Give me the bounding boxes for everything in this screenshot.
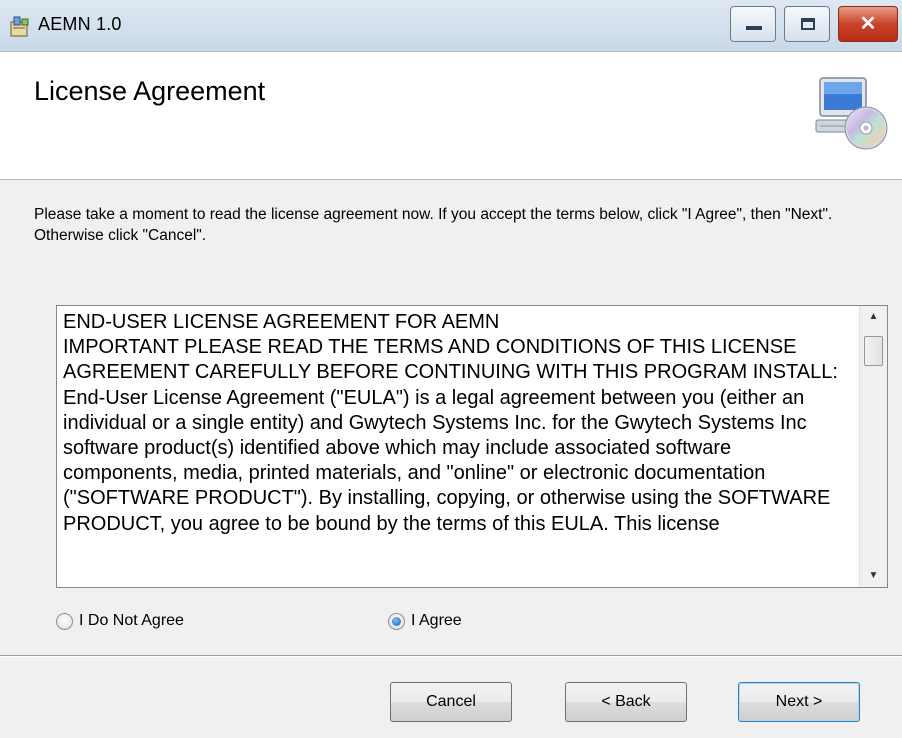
vertical-scrollbar[interactable]: ▲ ▼ <box>859 306 887 587</box>
close-icon: ✕ <box>859 13 877 35</box>
radio-circle-icon[interactable] <box>56 612 73 630</box>
scroll-down-arrow-icon[interactable]: ▼ <box>860 565 887 587</box>
license-text: END-USER LICENSE AGREEMENT FOR AEMN IMPO… <box>63 311 838 535</box>
header-banner: License Agreement <box>0 52 902 180</box>
radio-do-not-agree[interactable]: I Do Not Agree <box>56 612 184 630</box>
radio-selected-dot-icon <box>392 616 401 626</box>
license-textbox[interactable]: END-USER LICENSE AGREEMENT FOR AEMN IMPO… <box>56 305 888 588</box>
radio-circle-icon[interactable] <box>388 612 405 630</box>
window-title: AEMN 1.0 <box>38 14 122 34</box>
close-button[interactable]: ✕ <box>838 6 898 42</box>
radio-do-not-agree-label: I Do Not Agree <box>79 612 184 629</box>
maximize-button[interactable] <box>784 6 830 42</box>
footer-divider <box>0 655 902 657</box>
maximize-icon <box>801 18 815 30</box>
scroll-thumb[interactable] <box>864 336 883 366</box>
cancel-button[interactable]: Cancel <box>390 682 512 722</box>
installer-app-icon <box>10 16 29 37</box>
radio-agree-label: I Agree <box>411 612 462 629</box>
minimize-icon <box>746 26 762 30</box>
radio-agree[interactable]: I Agree <box>388 612 462 630</box>
scroll-up-arrow-icon[interactable]: ▲ <box>860 306 887 328</box>
instructions-text: Please take a moment to read the license… <box>34 206 833 244</box>
title-bar[interactable]: AEMN 1.0 ✕ <box>0 0 902 52</box>
back-button[interactable]: < Back <box>565 682 687 722</box>
page-title: License Agreement <box>34 76 266 106</box>
computer-cd-icon <box>815 77 888 150</box>
next-button[interactable]: Next > <box>738 682 860 722</box>
minimize-button[interactable] <box>730 6 776 42</box>
